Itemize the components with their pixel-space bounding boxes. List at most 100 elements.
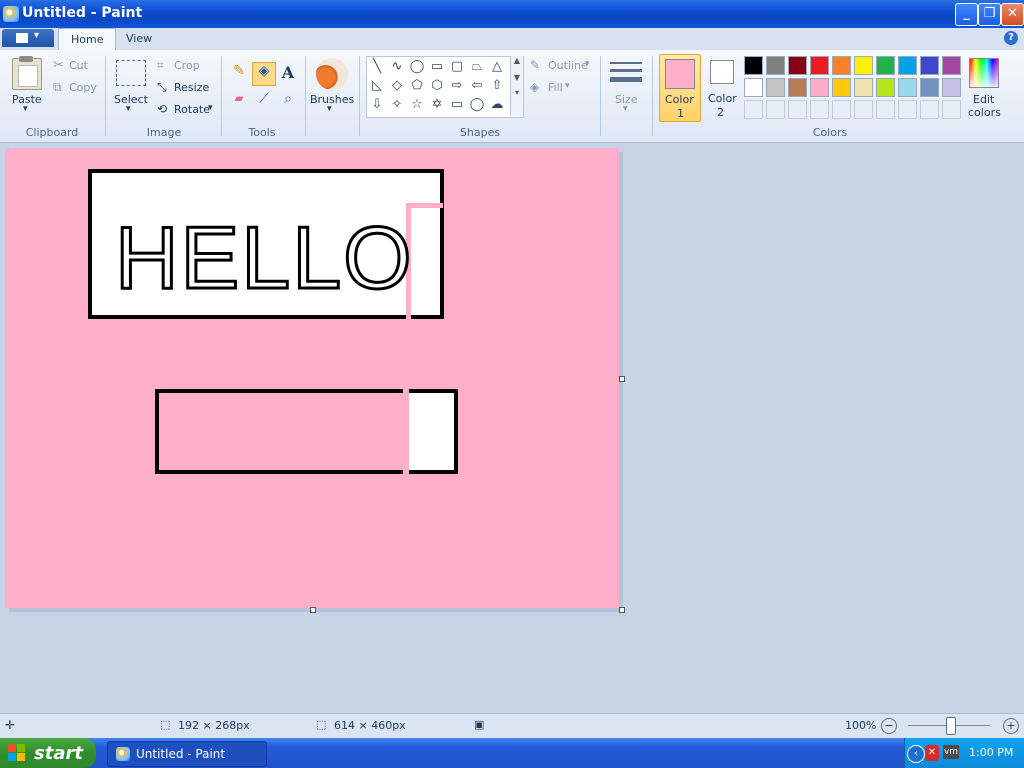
scroll-up-icon[interactable]: ▲ [511, 56, 523, 65]
custom-color-slot[interactable] [898, 100, 917, 119]
palette-swatch[interactable] [898, 78, 917, 97]
edit-colors-icon[interactable] [969, 58, 999, 88]
palette-swatch[interactable] [744, 78, 763, 97]
palette-swatch[interactable] [854, 56, 873, 75]
down-arrow-shape-icon[interactable]: ⇩ [369, 97, 385, 113]
color1-button[interactable]: Color 1 [659, 54, 701, 122]
fill-dropdown[interactable]: Fill [548, 81, 563, 94]
outline-dropdown[interactable]: Outline [548, 59, 588, 72]
five-point-star-shape-icon[interactable]: ☆ [409, 97, 425, 113]
six-point-star-shape-icon[interactable]: ✡ [429, 97, 445, 113]
eraser-icon[interactable]: ▰ [229, 91, 249, 111]
rotate-button[interactable]: Rotate [174, 103, 210, 116]
custom-color-slot[interactable] [766, 100, 785, 119]
resize-button[interactable]: Resize [174, 81, 209, 94]
custom-color-slot[interactable] [854, 100, 873, 119]
palette-swatch[interactable] [832, 56, 851, 75]
zoom-slider-thumb[interactable] [946, 717, 956, 735]
resize-handle-corner[interactable] [619, 607, 625, 613]
show-hidden-icons-button[interactable]: ‹ [907, 745, 925, 763]
drawing-canvas[interactable]: HELLO [5, 148, 619, 608]
palette-swatch[interactable] [920, 56, 939, 75]
resize-handle-right[interactable] [619, 376, 625, 382]
tab-view[interactable]: View [114, 28, 164, 50]
text-tool-icon[interactable]: A [278, 63, 298, 83]
palette-swatch[interactable] [898, 56, 917, 75]
palette-swatch[interactable] [942, 56, 961, 75]
help-icon[interactable]: ? [1004, 31, 1018, 45]
brushes-button[interactable]: Brushes [310, 93, 354, 106]
palette-swatch[interactable] [876, 78, 895, 97]
expand-gallery-icon[interactable]: ▾ [511, 88, 523, 97]
color-picker-icon[interactable]: ⟋ [254, 91, 274, 111]
security-shield-icon[interactable]: ✕ [925, 745, 939, 761]
palette-swatch[interactable] [744, 56, 763, 75]
custom-color-slot[interactable] [810, 100, 829, 119]
close-button[interactable]: ✕ [1001, 3, 1024, 26]
oval-shape-icon[interactable]: ◯ [409, 59, 425, 75]
line-shape-icon[interactable]: ╲ [369, 59, 385, 75]
pencil-icon[interactable]: ✎ [229, 63, 249, 83]
palette-swatch[interactable] [788, 56, 807, 75]
palette-swatch[interactable] [810, 78, 829, 97]
chevron-down-icon[interactable]: ▾ [585, 59, 590, 69]
edit-colors-label-2[interactable]: colors [968, 106, 1001, 119]
palette-swatch[interactable] [810, 56, 829, 75]
cut-button[interactable]: Cut [69, 59, 88, 72]
paste-icon[interactable] [12, 56, 42, 90]
chevron-down-icon[interactable]: ▾ [208, 103, 213, 113]
select-icon[interactable] [116, 60, 146, 86]
triangle-shape-icon[interactable]: △ [489, 59, 505, 75]
custom-color-slot[interactable] [876, 100, 895, 119]
chevron-down-icon[interactable]: ▾ [126, 104, 131, 114]
palette-swatch[interactable] [942, 78, 961, 97]
resize-handle-bottom[interactable] [310, 607, 316, 613]
vm-tools-icon[interactable]: vm [943, 745, 959, 759]
oval-callout-shape-icon[interactable]: ◯ [469, 97, 485, 113]
curve-shape-icon[interactable]: ∿ [389, 59, 405, 75]
up-arrow-shape-icon[interactable]: ⇧ [489, 78, 505, 94]
chevron-down-icon[interactable]: ▾ [23, 104, 28, 114]
taskbar-item-paint[interactable]: Untitled - Paint [107, 741, 267, 767]
left-arrow-shape-icon[interactable]: ⇦ [469, 78, 485, 94]
chevron-down-icon[interactable]: ▾ [623, 104, 628, 114]
palette-swatch[interactable] [766, 56, 785, 75]
tab-home[interactable]: Home [58, 28, 117, 51]
shapes-scrollbar[interactable]: ▲ ▼ ▾ [510, 56, 523, 116]
chevron-down-icon[interactable]: ▾ [327, 104, 332, 114]
minimize-button[interactable]: _ [955, 3, 978, 26]
copy-button[interactable]: Copy [69, 81, 97, 94]
shapes-gallery[interactable]: ╲ ∿ ◯ ▭ ▢ ⏢ △ ◺ ◇ ⬠ ⬡ ⇨ ⇦ ⇧ ⇩ ✧ ☆ ✡ ▭ ◯ … [366, 56, 524, 118]
fill-bucket-icon[interactable]: ◈ [252, 62, 276, 86]
cloud-callout-shape-icon[interactable]: ☁ [489, 97, 505, 113]
start-button[interactable]: start [0, 738, 96, 768]
custom-color-slot[interactable] [832, 100, 851, 119]
custom-color-slot[interactable] [942, 100, 961, 119]
hexagon-shape-icon[interactable]: ⬡ [429, 78, 445, 94]
custom-color-slot[interactable] [920, 100, 939, 119]
zoom-in-button[interactable]: + [1003, 718, 1019, 734]
size-icon[interactable] [610, 60, 642, 86]
right-triangle-shape-icon[interactable]: ◺ [369, 78, 385, 94]
custom-color-slot[interactable] [788, 100, 807, 119]
chevron-down-icon[interactable]: ▾ [565, 81, 570, 91]
four-point-star-shape-icon[interactable]: ✧ [389, 97, 405, 113]
scroll-down-icon[interactable]: ▼ [511, 73, 523, 82]
paint-app-icon[interactable] [3, 6, 19, 22]
palette-swatch[interactable] [788, 78, 807, 97]
palette-swatch[interactable] [876, 56, 895, 75]
palette-swatch[interactable] [832, 78, 851, 97]
rectangle-shape-icon[interactable]: ▭ [429, 59, 445, 75]
maximize-button[interactable]: ❐ [978, 3, 1001, 26]
palette-swatch[interactable] [766, 78, 785, 97]
color2-button[interactable]: Color 2 [703, 54, 741, 120]
magnifier-icon[interactable]: ⌕ [278, 91, 298, 111]
title-bar[interactable]: Untitled - Paint _ ❐ ✕ [0, 0, 1024, 28]
app-menu-button[interactable]: ▾ [2, 29, 54, 47]
custom-color-slot[interactable] [744, 100, 763, 119]
rounded-rectangle-shape-icon[interactable]: ▢ [449, 59, 465, 75]
palette-swatch[interactable] [854, 78, 873, 97]
pentagon-shape-icon[interactable]: ⬠ [409, 78, 425, 94]
right-arrow-shape-icon[interactable]: ⇨ [449, 78, 465, 94]
zoom-out-button[interactable]: − [881, 718, 897, 734]
